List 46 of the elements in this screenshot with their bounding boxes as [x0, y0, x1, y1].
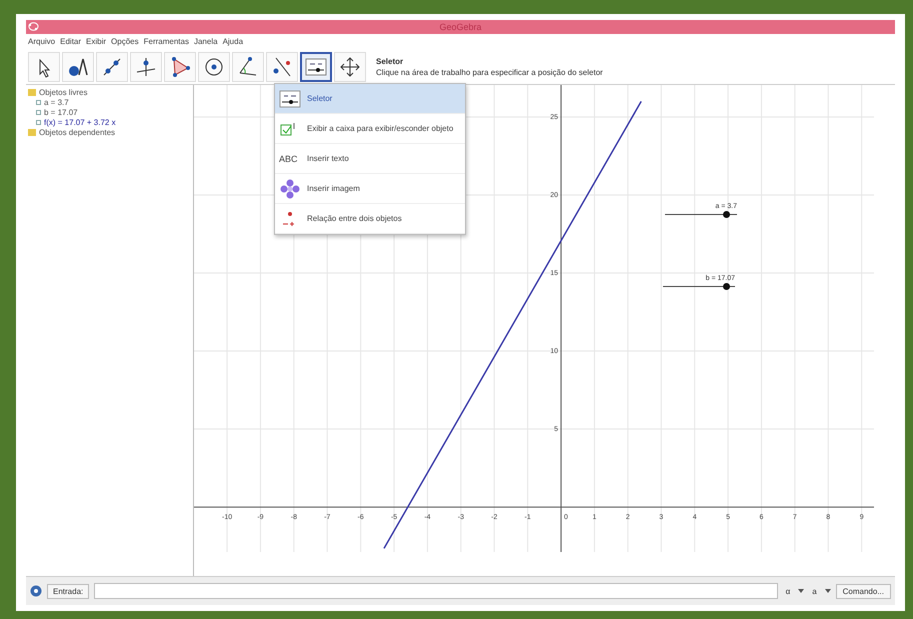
algebra-object[interactable]: b = 17.07 — [44, 108, 78, 117]
caret-icon[interactable] — [798, 589, 804, 593]
line-tool-button[interactable] — [96, 52, 128, 82]
symbol-button[interactable]: α — [782, 584, 794, 598]
slider-thumb[interactable] — [723, 283, 730, 290]
command-selector[interactable]: Comando... — [836, 584, 891, 598]
slider-icon — [279, 88, 301, 108]
algebra-object[interactable]: a = 3.7 — [44, 98, 69, 107]
pan-tool-button[interactable] — [334, 52, 366, 82]
angle-tool-button[interactable] — [232, 52, 264, 82]
input-label[interactable]: Entrada: — [47, 584, 90, 598]
point-tool-button[interactable] — [62, 52, 94, 82]
help-icon[interactable] — [30, 585, 42, 597]
menu-item[interactable]: Relação entre dois objetos — [275, 204, 465, 234]
menu-item[interactable]: Ajuda — [222, 37, 244, 46]
perpendicular-tool-button[interactable] — [130, 52, 162, 82]
pan-icon — [338, 54, 362, 78]
slider-thumb[interactable] — [723, 211, 730, 218]
caret-icon[interactable] — [824, 589, 831, 593]
menu-item[interactable]: Inserir imagem — [275, 174, 465, 204]
menu-item[interactable]: Janela — [194, 37, 218, 46]
algebra-object[interactable]: f(x) = 17.07 + 3.72 x — [44, 118, 116, 127]
polygon-tool-button[interactable] — [164, 52, 196, 82]
menu-item[interactable]: Ferramentas — [144, 37, 189, 46]
folder-icon — [28, 129, 36, 136]
menu-item[interactable]: Editar — [60, 37, 82, 46]
tool-name: Seletor — [376, 56, 404, 66]
window-title: GeoGebra — [439, 22, 482, 32]
flower-icon — [279, 178, 301, 198]
menu-item[interactable]: Exibir a caixa para exibir/esconder objeto — [275, 114, 465, 144]
tree-folder-label[interactable]: Objetos livres — [39, 88, 88, 97]
app-icon — [28, 21, 39, 32]
folder-icon — [28, 89, 36, 96]
move-tool-button[interactable] — [28, 52, 60, 82]
input-field[interactable] — [94, 583, 778, 599]
tool-help-text: Clique na área de trabalho para especificar a posição do seletor — [376, 68, 603, 76]
menu-item[interactable]: ABC Inserir texto — [275, 144, 465, 174]
menu-item[interactable]: Seletor — [275, 84, 465, 114]
circle-tool-button[interactable] — [198, 52, 230, 82]
menu-item[interactable]: Exibir — [86, 37, 106, 46]
slider-tool-button[interactable] — [300, 52, 332, 82]
tree-folder-label[interactable]: Objetos dependentes — [39, 128, 116, 137]
text-icon: ABC — [279, 154, 301, 164]
variable-selector[interactable]: a — [809, 584, 820, 598]
menu-item[interactable]: Opções — [111, 37, 139, 46]
menu-item[interactable]: Arquivo — [28, 37, 56, 46]
